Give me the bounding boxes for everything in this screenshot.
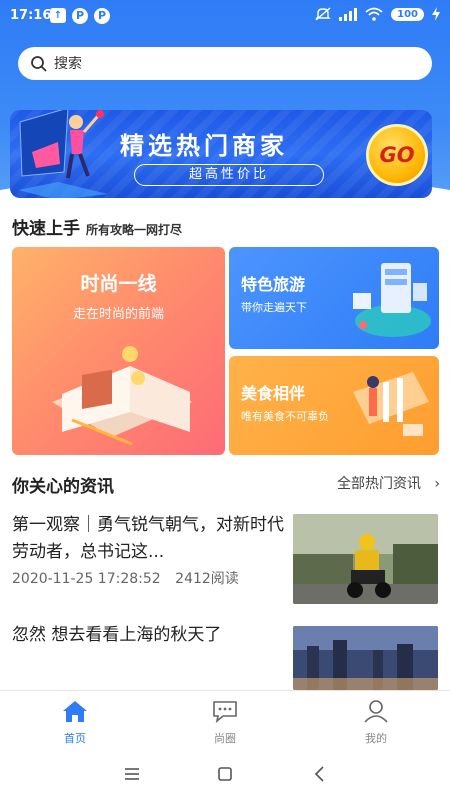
back-icon[interactable] xyxy=(308,762,332,786)
system-nav-bar xyxy=(0,748,450,800)
bottom-tab-bar: 首页 尚圈 我的 xyxy=(0,690,450,748)
news-header: 你关心的资讯 全部热门资讯 › xyxy=(12,470,440,497)
wifi-icon xyxy=(365,7,383,21)
card-fashion-subtitle: 走在时尚的前端 xyxy=(72,307,164,322)
news-date: 2020-11-25 17:28:52 xyxy=(12,571,161,587)
banner-subtitle: 超高性价比 xyxy=(134,164,324,186)
tab-home-label: 首页 xyxy=(64,732,86,745)
search-icon xyxy=(31,55,47,72)
news-reads: 2412阅读 xyxy=(175,571,239,587)
p-icon: P xyxy=(94,8,110,24)
news-section-title: 你关心的资讯 xyxy=(12,477,114,497)
card-travel-title: 特色旅游 xyxy=(241,275,306,294)
card-food-subtitle: 唯有美食不可辜负 xyxy=(241,410,329,423)
battery-icon: 100 xyxy=(391,7,424,21)
news-item[interactable]: 第一观察｜勇气锐气朝气，对新时代劳动者，总书记这... 2020-11-25 1… xyxy=(12,512,438,606)
menu-icon[interactable] xyxy=(120,762,144,786)
quick-start-title: 快速上手 xyxy=(12,219,80,239)
status-bar: 17:16 ↑ P P 100 xyxy=(0,0,450,32)
mute-icon xyxy=(315,7,331,21)
news-thumbnail xyxy=(293,626,438,690)
chat-icon xyxy=(213,701,237,724)
tab-mine-label: 我的 xyxy=(365,732,387,745)
banner-go-button[interactable]: GO xyxy=(366,124,428,186)
chevron-right-icon: › xyxy=(425,476,440,492)
search-input[interactable] xyxy=(54,55,394,72)
news-thumbnail xyxy=(293,514,438,604)
promo-banner[interactable]: 精选热门商家 超高性价比 GO xyxy=(10,110,432,198)
p-icon: P xyxy=(72,8,88,24)
upload-icon: ↑ xyxy=(50,8,66,23)
home-square-icon[interactable] xyxy=(213,762,237,786)
food-illustration xyxy=(353,372,429,436)
status-time: 17:16 xyxy=(10,8,52,23)
card-food[interactable]: 美食相伴 唯有美食不可辜负 xyxy=(229,356,439,455)
signal-icon xyxy=(339,7,358,21)
all-news-label: 全部热门资讯 xyxy=(337,476,422,492)
news-title: 第一观察｜勇气锐气朝气，对新时代劳动者，总书记这... xyxy=(12,515,284,562)
news-text: 第一观察｜勇气锐气朝气，对新时代劳动者，总书记这... 2020-11-25 1… xyxy=(12,512,287,588)
card-fashion[interactable]: 时尚一线 走在时尚的前端 xyxy=(12,247,225,455)
travel-illustration xyxy=(353,263,431,337)
tab-mine[interactable]: 我的 xyxy=(336,699,416,746)
banner-title: 精选热门商家 xyxy=(120,132,288,160)
news-meta: 2020-11-25 17:28:52 2412阅读 xyxy=(12,568,287,588)
charging-icon xyxy=(432,7,440,21)
tab-home[interactable]: 首页 xyxy=(35,699,115,746)
card-travel[interactable]: 特色旅游 带你走遍天下 xyxy=(229,247,439,349)
status-system-icons: 100 xyxy=(315,7,440,21)
banner-go-label: GO xyxy=(379,143,415,167)
search-bar[interactable] xyxy=(18,47,432,80)
card-travel-subtitle: 带你走遍天下 xyxy=(241,301,307,314)
banner-illustration xyxy=(18,110,108,198)
news-text: 忽然 想去看看上海的秋天了 xyxy=(12,622,287,649)
status-notification-icons: ↑ P P xyxy=(50,8,110,24)
card-food-title: 美食相伴 xyxy=(241,384,306,403)
all-news-link[interactable]: 全部热门资讯 › xyxy=(337,473,440,493)
news-item[interactable]: 忽然 想去看看上海的秋天了 xyxy=(12,622,438,690)
card-fashion-title: 时尚一线 xyxy=(80,273,157,295)
home-icon xyxy=(63,701,87,722)
news-title: 忽然 想去看看上海的秋天了 xyxy=(12,625,222,645)
tab-circle[interactable]: 尚圈 xyxy=(185,699,265,746)
quick-start-header: 快速上手 所有攻略一网打尽 xyxy=(12,214,182,239)
fashion-illustration xyxy=(52,346,192,446)
user-icon xyxy=(364,700,388,723)
quick-start-subtitle: 所有攻略一网打尽 xyxy=(86,223,183,237)
tab-circle-label: 尚圈 xyxy=(214,732,236,745)
